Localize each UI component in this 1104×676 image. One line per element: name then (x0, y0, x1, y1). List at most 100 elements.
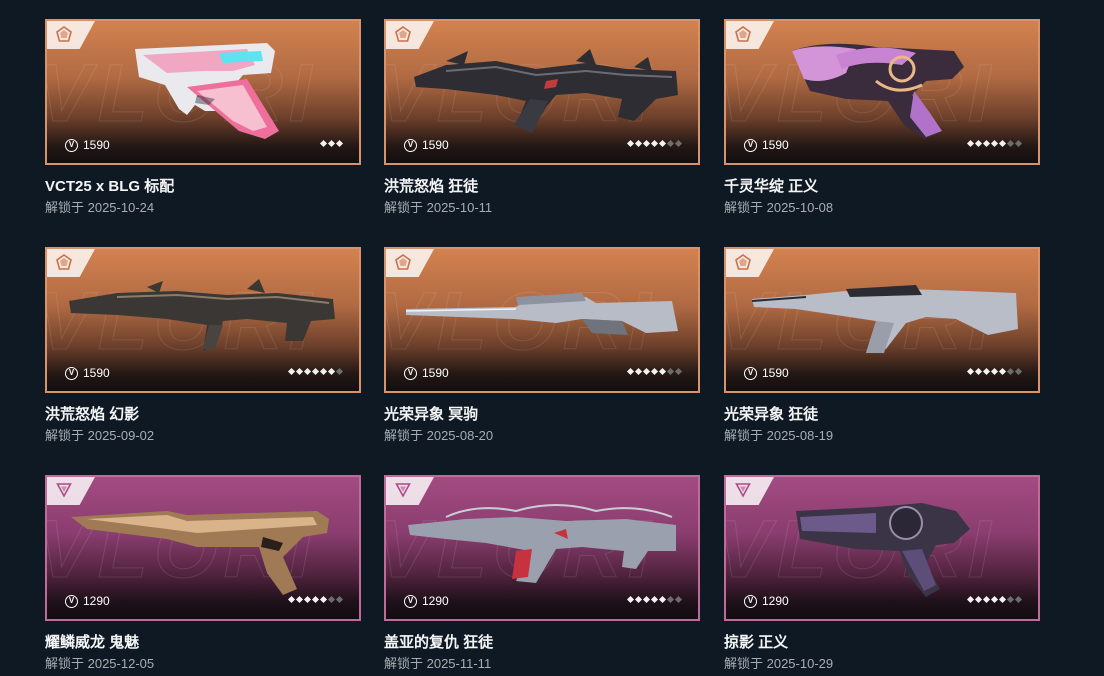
level-indicators (319, 139, 344, 148)
diamond-level-icon (998, 367, 1007, 376)
vp-currency-icon: V (744, 366, 757, 380)
unlock-date: 解锁于 2025-09-02 (45, 428, 155, 443)
diamond-level-icon (966, 595, 975, 604)
diamond-level-icon (666, 367, 675, 376)
skin-card[interactable]: VLORI V 1290 (45, 475, 361, 621)
diamond-level-icon (642, 139, 651, 148)
diamond-level-icon (1006, 595, 1015, 604)
unlock-date: 解锁于 2025-10-29 (724, 656, 834, 671)
unlock-date: 解锁于 2025-08-20 (384, 428, 494, 443)
diamond-level-icon (974, 595, 983, 604)
level-indicators (287, 595, 344, 604)
diamond-level-icon (1006, 139, 1015, 148)
diamond-level-icon (634, 139, 643, 148)
diamond-level-icon (642, 367, 651, 376)
diamond-level-icon (974, 139, 983, 148)
skin-tile-3[interactable]: VLORI V 1590 千灵华绽 正义 解锁于 2025-10-08 (724, 19, 1044, 216)
diamond-level-icon (674, 595, 683, 604)
diamond-level-icon (658, 595, 667, 604)
skin-name: 洪荒怒焰 幻影 (45, 406, 140, 423)
diamond-level-icon (295, 367, 304, 376)
vp-currency-icon: V (404, 366, 417, 380)
diamond-level-icon (1014, 139, 1023, 148)
diamond-level-icon (666, 595, 675, 604)
diamond-level-icon (990, 595, 999, 604)
diamond-level-icon (990, 367, 999, 376)
diamond-level-icon (634, 595, 643, 604)
level-indicators (626, 139, 683, 148)
diamond-level-icon (335, 367, 344, 376)
diamond-level-icon (1014, 595, 1023, 604)
diamond-level-icon (319, 139, 328, 148)
level-indicators (626, 367, 683, 376)
level-indicators (966, 367, 1023, 376)
diamond-level-icon (650, 139, 659, 148)
skin-tile-1[interactable]: VLORI V 1590 VCT25 x BLG 标配 解锁于 2025-10-… (45, 19, 365, 216)
skin-collection-grid: VLORI V 1590 VCT25 x BLG 标配 解锁于 2025-10-… (0, 0, 1104, 676)
diamond-level-icon (327, 367, 336, 376)
skin-name: 盖亚的复仇 狂徒 (384, 634, 494, 651)
unlock-date: 解锁于 2025-10-08 (724, 200, 834, 215)
skin-name: 光荣异象 冥驹 (384, 406, 479, 423)
skin-card[interactable]: VLORI V 1290 (724, 475, 1040, 621)
diamond-level-icon (1014, 367, 1023, 376)
diamond-level-icon (982, 139, 991, 148)
unlock-date: 解锁于 2025-10-24 (45, 200, 155, 215)
diamond-level-icon (303, 595, 312, 604)
diamond-level-icon (642, 595, 651, 604)
diamond-level-icon (998, 139, 1007, 148)
diamond-level-icon (626, 139, 635, 148)
diamond-level-icon (303, 367, 312, 376)
vp-currency-icon: V (65, 138, 78, 152)
diamond-level-icon (674, 367, 683, 376)
skin-name: 千灵华绽 正义 (724, 178, 819, 195)
skin-tile-8[interactable]: VLORI V 1290 盖亚的复仇 狂徒 解锁于 2025-11-11 (384, 475, 704, 672)
skin-card[interactable]: VLORI V 1590 (724, 247, 1040, 393)
price: V 1590 (404, 366, 449, 380)
diamond-level-icon (319, 367, 328, 376)
skin-tile-6[interactable]: VLORI V 1590 光荣异象 狂徒 解锁于 2025-08-19 (724, 247, 1044, 444)
price: V 1590 (744, 138, 789, 152)
skin-name: 掠影 正义 (724, 634, 789, 651)
diamond-level-icon (311, 595, 320, 604)
diamond-level-icon (966, 367, 975, 376)
vp-currency-icon: V (404, 138, 417, 152)
vp-currency-icon: V (744, 138, 757, 152)
diamond-level-icon (650, 595, 659, 604)
diamond-level-icon (327, 139, 336, 148)
diamond-level-icon (666, 139, 675, 148)
skin-card[interactable]: VLORI V 1590 (45, 247, 361, 393)
unlock-date: 解锁于 2025-11-11 (384, 656, 492, 671)
skin-card[interactable]: VLORI V 1590 (384, 247, 700, 393)
diamond-level-icon (982, 595, 991, 604)
skin-tile-7[interactable]: VLORI V 1290 耀鳞威龙 鬼魅 解锁于 2025-12-05 (45, 475, 365, 672)
skin-tile-4[interactable]: VLORI V 1590 洪荒怒焰 幻影 解锁于 2025-09-02 (45, 247, 365, 444)
skin-tile-2[interactable]: VLORI V 1590 洪荒怒焰 狂徒 解锁于 2025-10-11 (384, 19, 704, 216)
skin-card[interactable]: VLORI V 1590 (45, 19, 361, 165)
skin-tile-5[interactable]: VLORI V 1590 光荣异象 冥驹 解锁于 2025-08-20 (384, 247, 704, 444)
skin-tile-9[interactable]: VLORI V 1290 掠影 正义 解锁于 2025-10-29 (724, 475, 1044, 672)
price: V 1590 (65, 366, 110, 380)
diamond-level-icon (311, 367, 320, 376)
skin-card[interactable]: VLORI V 1590 (724, 19, 1040, 165)
unlock-date: 解锁于 2025-10-11 (384, 200, 493, 215)
diamond-level-icon (626, 367, 635, 376)
skin-card[interactable]: VLORI V 1590 (384, 19, 700, 165)
price: V 1590 (65, 138, 110, 152)
skin-name: 洪荒怒焰 狂徒 (384, 178, 479, 195)
diamond-level-icon (634, 367, 643, 376)
vp-currency-icon: V (65, 366, 78, 380)
diamond-level-icon (974, 367, 983, 376)
level-indicators (287, 367, 344, 376)
skin-card[interactable]: VLORI V 1290 (384, 475, 700, 621)
diamond-level-icon (998, 595, 1007, 604)
diamond-level-icon (335, 595, 344, 604)
skin-name: 光荣异象 狂徒 (724, 406, 819, 423)
skin-name: VCT25 x BLG 标配 (45, 178, 175, 195)
level-indicators (966, 139, 1023, 148)
price: V 1590 (404, 138, 449, 152)
diamond-level-icon (287, 595, 296, 604)
diamond-level-icon (295, 595, 304, 604)
skin-name: 耀鳞威龙 鬼魅 (45, 634, 140, 651)
diamond-level-icon (982, 367, 991, 376)
